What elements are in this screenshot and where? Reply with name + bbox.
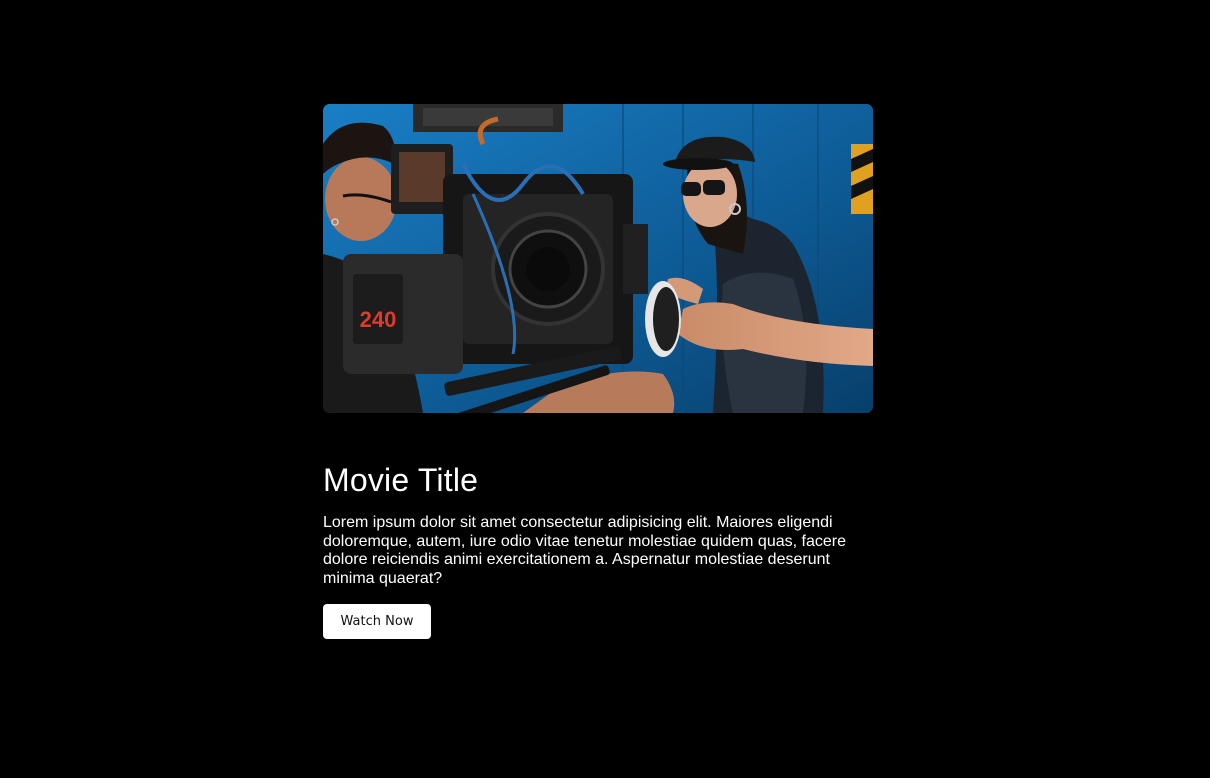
- movie-title: Movie Title: [323, 462, 479, 498]
- battery-label: 240: [360, 307, 397, 332]
- movie-poster-image: 240: [323, 104, 873, 413]
- watch-now-button[interactable]: Watch Now: [323, 604, 431, 639]
- movie-description: Lorem ipsum dolor sit amet consectetur a…: [323, 514, 846, 587]
- movie-card: 240 Movie Title Lorem ipsum dolor sit am…: [323, 104, 873, 639]
- film-set-photo: 240: [323, 104, 873, 413]
